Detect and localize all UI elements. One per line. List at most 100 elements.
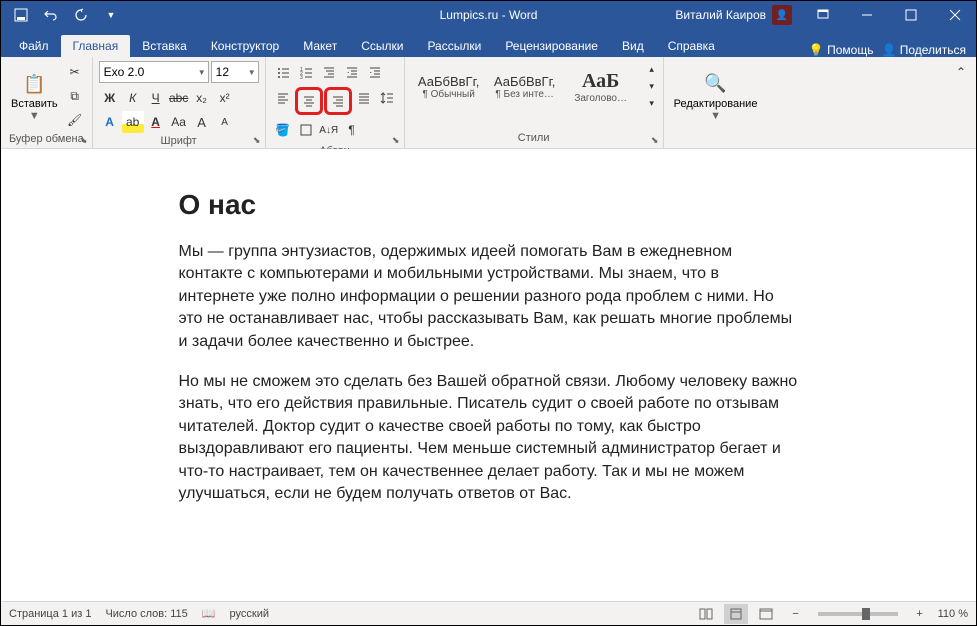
numbering-button[interactable]: 123 <box>295 61 317 83</box>
launcher-icon[interactable]: ⬊ <box>78 134 90 146</box>
tab-layout[interactable]: Макет <box>291 35 349 57</box>
ribbon: 📋 Вставить ▼ ✂ ⧉ 🖌 Буфер обмена ⬊ Exo 2.… <box>1 57 976 149</box>
paste-button[interactable]: 📋 Вставить ▼ <box>7 61 62 131</box>
web-layout-icon[interactable] <box>754 604 778 624</box>
ribbon-options-icon[interactable] <box>802 1 844 29</box>
copy-icon[interactable]: ⧉ <box>64 85 86 107</box>
group-label: Буфер обмена <box>7 131 86 146</box>
strike-button[interactable]: abc <box>168 87 190 109</box>
close-button[interactable] <box>934 1 976 29</box>
minimize-button[interactable] <box>846 1 888 29</box>
styles-down-icon[interactable]: ▾ <box>641 78 663 95</box>
increase-indent-button[interactable] <box>364 61 386 83</box>
paste-label: Вставить <box>11 98 58 110</box>
group-font: Exo 2.0▼ 12▼ Ж К Ч abc x₂ x² A ab A Aa A… <box>93 57 266 148</box>
heading[interactable]: О нас <box>179 189 799 221</box>
style-normal[interactable]: АаБбВвГг, ¶ Обычный <box>411 61 487 113</box>
document-area[interactable]: О нас Мы — группа энтузиастов, одержимых… <box>1 149 976 589</box>
grow-font-button[interactable]: A <box>191 111 213 133</box>
word-count[interactable]: Число слов: 115 <box>105 608 187 620</box>
group-styles: АаБбВвГг, ¶ Обычный АаБбВвГг, ¶ Без инте… <box>405 57 664 148</box>
page: О нас Мы — группа энтузиастов, одержимых… <box>29 159 949 553</box>
proofing-icon[interactable]: 📖 <box>202 607 216 620</box>
user-account[interactable]: Виталий Каиров 👤 <box>667 5 800 25</box>
italic-button[interactable]: К <box>122 87 144 109</box>
justify-button[interactable] <box>353 87 375 109</box>
text-effects-button[interactable]: A <box>99 111 121 133</box>
tab-view[interactable]: Вид <box>610 35 656 57</box>
sort-button[interactable]: А↓Я <box>318 119 340 141</box>
subscript-button[interactable]: x₂ <box>191 87 213 109</box>
find-icon: 🔍 <box>702 70 730 98</box>
style-heading1[interactable]: АаБ Заголово… <box>563 61 639 113</box>
undo-icon[interactable] <box>39 3 63 27</box>
language-indicator[interactable]: русский <box>230 608 269 620</box>
paste-icon: 📋 <box>20 70 48 98</box>
avatar: 👤 <box>772 5 792 25</box>
group-paragraph: 123 🪣 А↓Я ¶ Абзац ⬊ <box>266 57 405 148</box>
tellme[interactable]: 💡 Помощь <box>809 43 874 57</box>
styles-up-icon[interactable]: ▴ <box>641 61 663 78</box>
group-label: Стили <box>411 130 657 146</box>
zoom-in-button[interactable]: + <box>908 604 932 624</box>
titlebar: ▼ Lumpics.ru - Word Виталий Каиров 👤 <box>1 1 976 29</box>
align-right-button[interactable] <box>327 90 349 112</box>
launcher-icon[interactable]: ⬊ <box>251 134 263 146</box>
page-indicator[interactable]: Страница 1 из 1 <box>9 608 91 620</box>
tab-insert[interactable]: Вставка <box>130 35 199 57</box>
align-center-button[interactable] <box>298 90 320 112</box>
tab-mailings[interactable]: Рассылки <box>415 35 493 57</box>
change-case-button[interactable]: Aa <box>168 111 190 133</box>
font-name-combo[interactable]: Exo 2.0▼ <box>99 61 209 83</box>
multilevel-button[interactable] <box>318 61 340 83</box>
shading-button[interactable]: 🪣 <box>272 119 294 141</box>
underline-button[interactable]: Ч <box>145 87 167 109</box>
align-left-button[interactable] <box>272 87 294 109</box>
group-editing: 🔍 Редактирование ▼ <box>664 57 768 148</box>
show-marks-button[interactable]: ¶ <box>341 119 363 141</box>
tab-file[interactable]: Файл <box>7 35 61 57</box>
window-title: Lumpics.ru - Word <box>440 8 538 22</box>
user-name: Виталий Каиров <box>675 8 766 22</box>
bullets-button[interactable] <box>272 61 294 83</box>
collapse-ribbon-icon[interactable]: ⌃ <box>950 61 972 83</box>
launcher-icon[interactable]: ⬊ <box>649 134 661 146</box>
zoom-slider[interactable] <box>818 612 898 616</box>
read-mode-icon[interactable] <box>694 604 718 624</box>
share-button[interactable]: 👤 Поделиться <box>881 43 966 57</box>
style-nospacing[interactable]: АаБбВвГг, ¶ Без инте… <box>487 61 563 113</box>
group-label: Шрифт <box>99 133 259 147</box>
bold-button[interactable]: Ж <box>99 87 121 109</box>
tab-help[interactable]: Справка <box>656 35 727 57</box>
launcher-icon[interactable]: ⬊ <box>390 134 402 146</box>
font-color-button[interactable]: A <box>145 111 167 133</box>
zoom-out-button[interactable]: − <box>784 604 808 624</box>
zoom-level[interactable]: 110 % <box>938 608 968 620</box>
statusbar: Страница 1 из 1 Число слов: 115 📖 русски… <box>1 601 976 625</box>
tab-references[interactable]: Ссылки <box>349 35 415 57</box>
redo-icon[interactable] <box>69 3 93 27</box>
paragraph[interactable]: Мы — группа энтузиастов, одержимых идеей… <box>179 241 799 353</box>
tab-design[interactable]: Конструктор <box>199 35 291 57</box>
tab-home[interactable]: Главная <box>61 35 131 57</box>
qat-customize-icon[interactable]: ▼ <box>99 3 123 27</box>
cut-icon[interactable]: ✂ <box>64 61 86 83</box>
editing-button[interactable]: 🔍 Редактирование ▼ <box>670 61 762 130</box>
highlight-button[interactable]: ab <box>122 111 144 133</box>
paragraph[interactable]: Но мы не сможем это сделать без Вашей об… <box>179 371 799 505</box>
font-size-combo[interactable]: 12▼ <box>211 61 259 83</box>
group-clipboard: 📋 Вставить ▼ ✂ ⧉ 🖌 Буфер обмена ⬊ <box>1 57 93 148</box>
autosave-icon[interactable] <box>9 3 33 27</box>
styles-more-icon[interactable]: ▾ <box>641 95 663 112</box>
tab-review[interactable]: Рецензирование <box>493 35 610 57</box>
print-layout-icon[interactable] <box>724 604 748 624</box>
superscript-button[interactable]: x² <box>214 87 236 109</box>
decrease-indent-button[interactable] <box>341 61 363 83</box>
line-spacing-button[interactable] <box>376 87 398 109</box>
svg-text:3: 3 <box>300 75 303 79</box>
borders-button[interactable] <box>295 119 317 141</box>
ribbon-tabs: Файл Главная Вставка Конструктор Макет С… <box>1 29 976 57</box>
maximize-button[interactable] <box>890 1 932 29</box>
format-painter-icon[interactable]: 🖌 <box>64 109 86 131</box>
shrink-font-button[interactable]: A <box>214 111 236 133</box>
